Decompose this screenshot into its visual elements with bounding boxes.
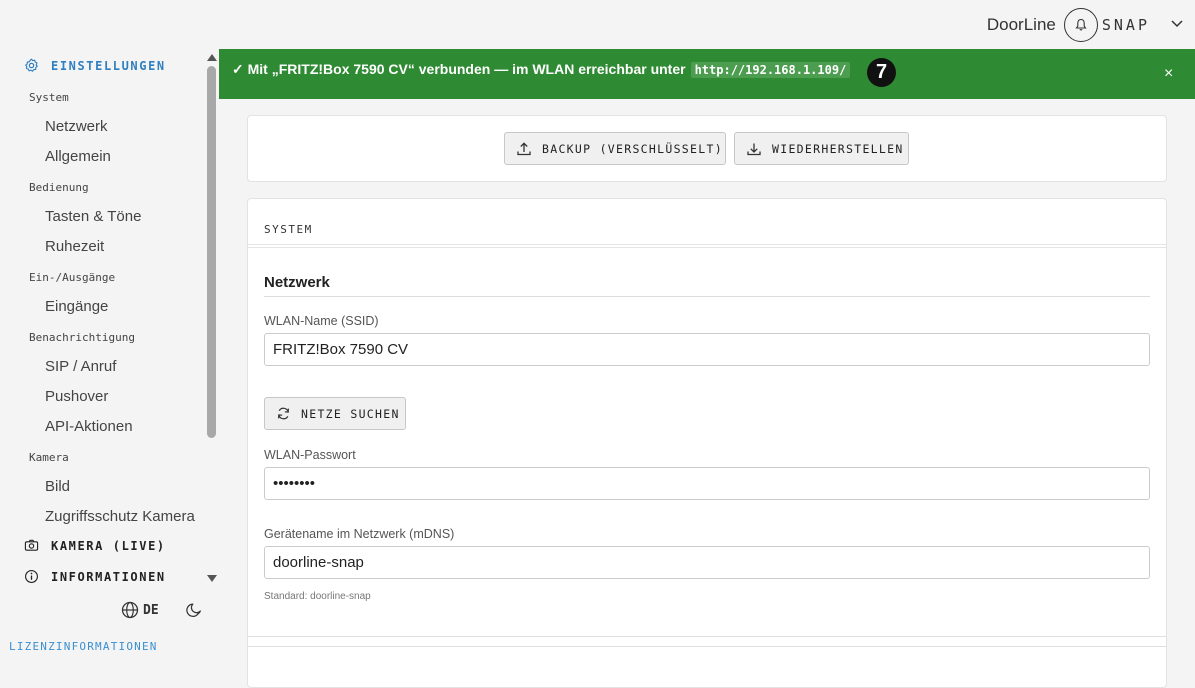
close-icon[interactable]: ×: [1164, 65, 1173, 83]
nav-group-benachrichtigung: Benachrichtigung: [29, 331, 135, 344]
hostname-hint: Standard: doorline-snap: [264, 591, 371, 602]
ssid-label: WLAN-Name (SSID): [264, 314, 379, 328]
nav-group-kamera: Kamera: [29, 451, 69, 464]
brand-name: DoorLine: [986, 15, 1056, 34]
nav-settings-label: EINSTELLUNGEN: [51, 58, 166, 73]
section-divider-2: [248, 247, 1166, 248]
sidebar-item-ruhezeit[interactable]: Ruhezeit: [45, 238, 104, 255]
scroll-down-icon[interactable]: [207, 575, 217, 582]
brand-logo[interactable]: DoorLine SNAP: [987, 7, 1150, 43]
brand-suffix: SNAP: [1101, 16, 1150, 34]
sidebar-item-allgemein[interactable]: Allgemein: [45, 148, 111, 165]
notification-badge: 7: [867, 58, 896, 87]
next-section-divider: [248, 646, 1166, 647]
language-switch[interactable]: DE: [121, 601, 159, 619]
language-label: DE: [143, 602, 159, 618]
sidebar: EINSTELLUNGEN System Netzwerk Allgemein …: [0, 49, 219, 663]
gear-icon: [25, 58, 38, 72]
network-divider: [264, 296, 1150, 297]
banner-text: ✓ Mit „FRITZ!Box 7590 CV“ verbunden — im…: [232, 61, 851, 78]
password-label: WLAN-Passwort: [264, 448, 356, 462]
password-input[interactable]: [264, 467, 1150, 500]
restore-button[interactable]: WIEDERHERSTELLEN: [734, 132, 909, 165]
hostname-input[interactable]: [264, 546, 1150, 579]
globe-icon: [121, 601, 139, 619]
nav-group-io: Ein-/Ausgänge: [29, 271, 116, 284]
sidebar-scrollbar[interactable]: [204, 49, 219, 589]
backup-label: BACKUP (VERSCHLÜSSELT): [542, 141, 723, 156]
backup-card: BACKUP (VERSCHLÜSSELT) WIEDERHERSTELLEN: [247, 115, 1167, 182]
upload-icon: [517, 141, 531, 155]
success-banner: ✓ Mit „FRITZ!Box 7590 CV“ verbunden — im…: [219, 49, 1195, 99]
download-icon: [747, 143, 761, 155]
backup-button[interactable]: BACKUP (VERSCHLÜSSELT): [504, 132, 726, 165]
sidebar-item-sip[interactable]: SIP / Anruf: [45, 358, 116, 375]
chevron-down-icon[interactable]: [1169, 15, 1185, 31]
moon-icon[interactable]: [186, 602, 203, 619]
nav-settings[interactable]: EINSTELLUNGEN: [24, 58, 166, 73]
info-icon: [25, 570, 38, 583]
ssid-input[interactable]: [264, 333, 1150, 366]
nav-information[interactable]: INFORMATIONEN: [24, 569, 166, 584]
sidebar-item-bild[interactable]: Bild: [45, 478, 70, 495]
scan-networks-button[interactable]: NETZE SUCHEN: [264, 397, 406, 430]
nav-information-label: INFORMATIONEN: [51, 569, 166, 584]
sidebar-item-tasten-toene[interactable]: Tasten & Töne: [45, 208, 141, 225]
camera-icon: [24, 539, 39, 551]
nav-group-system: System: [29, 91, 69, 104]
refresh-icon: [278, 407, 289, 420]
banner-message: ✓ Mit „FRITZ!Box 7590 CV“ verbunden — im…: [232, 61, 686, 77]
scroll-up-icon[interactable]: [207, 54, 217, 61]
sidebar-item-netzwerk[interactable]: Netzwerk: [45, 118, 108, 135]
network-heading: Netzwerk: [264, 274, 330, 291]
sidebar-item-api-aktionen[interactable]: API-Aktionen: [45, 418, 133, 435]
system-card: SYSTEM Netzwerk WLAN-Name (SSID) NETZE S…: [247, 198, 1167, 688]
license-link[interactable]: LIZENZINFORMATIONEN: [9, 640, 158, 653]
sidebar-nav: EINSTELLUNGEN System Netzwerk Allgemein …: [0, 49, 204, 589]
hostname-label: Gerätename im Netzwerk (mDNS): [264, 527, 455, 541]
nav-camera-live[interactable]: KAMERA (LIVE): [24, 538, 166, 553]
sidebar-item-pushover[interactable]: Pushover: [45, 388, 108, 405]
sidebar-item-eingaenge[interactable]: Eingänge: [45, 298, 108, 315]
scan-networks-label: NETZE SUCHEN: [301, 406, 400, 421]
banner-url[interactable]: http://192.168.1.109/: [690, 61, 851, 78]
bell-icon: [1063, 8, 1098, 42]
nav-group-bedienung: Bedienung: [29, 181, 89, 194]
restore-label: WIEDERHERSTELLEN: [772, 141, 904, 156]
top-bar: DoorLine SNAP: [0, 0, 1195, 49]
section-end-divider: [248, 636, 1166, 637]
nav-camera-label: KAMERA (LIVE): [51, 538, 166, 553]
scrollbar-thumb[interactable]: [207, 66, 216, 438]
section-title: SYSTEM: [264, 223, 313, 236]
section-divider: [248, 244, 1166, 245]
sidebar-item-zugriffsschutz[interactable]: Zugriffsschutz Kamera: [45, 508, 195, 525]
